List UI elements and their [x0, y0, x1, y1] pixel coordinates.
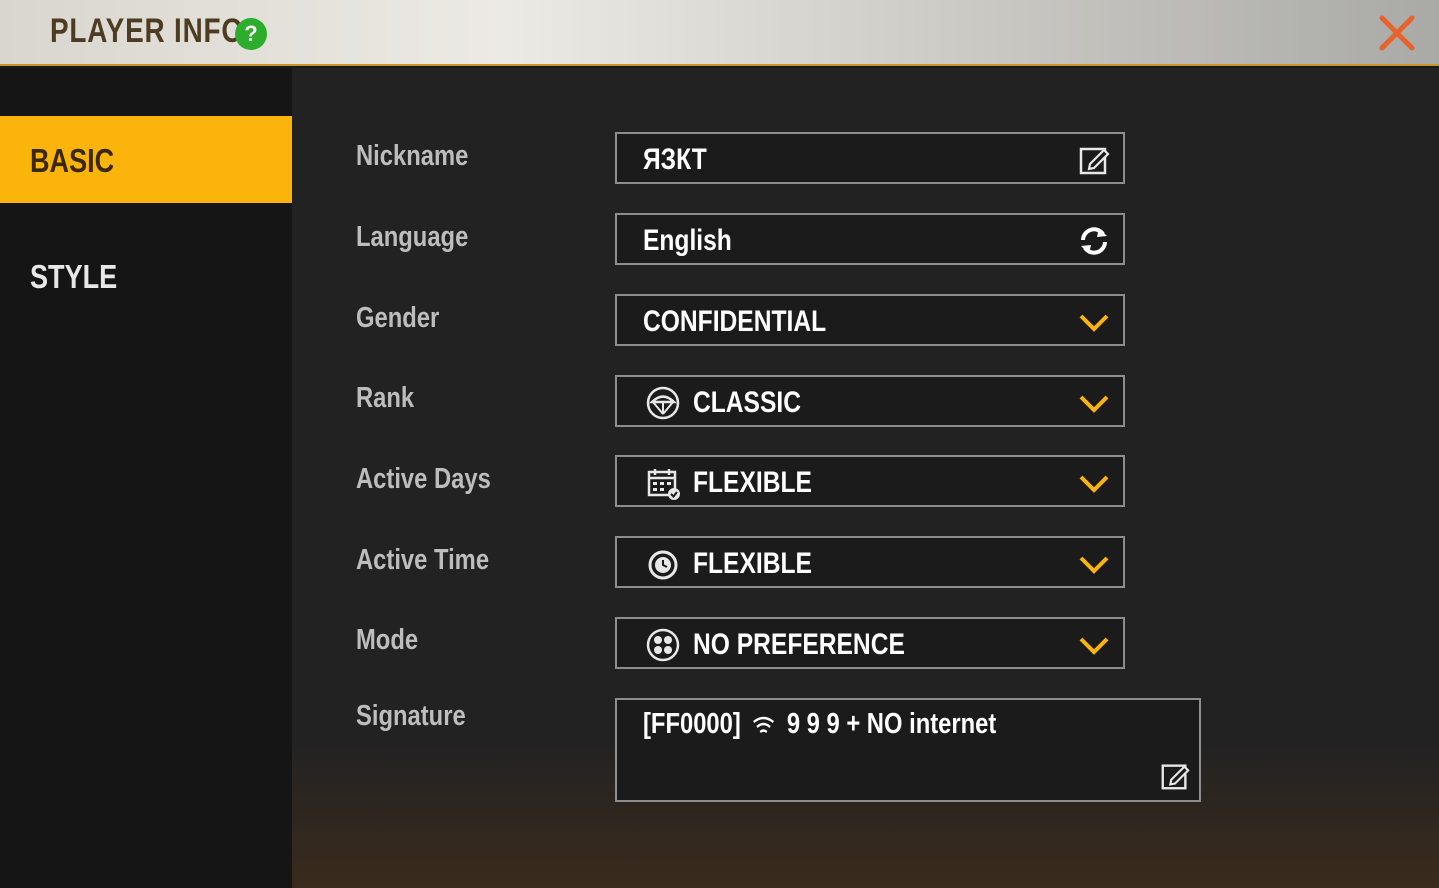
- active-days-dropdown[interactable]: FLEXIBLE: [615, 455, 1125, 507]
- chevron-down-icon: [1079, 314, 1109, 332]
- close-icon[interactable]: [1374, 10, 1420, 56]
- signature-value: [FF0000] 9 9 9 + NO internet: [643, 708, 996, 741]
- nickname-field[interactable]: ЯЗКТ: [615, 132, 1125, 184]
- page-title: PLAYER INFO: [50, 12, 244, 50]
- language-label: Language: [356, 221, 469, 253]
- chevron-down-icon: [1079, 637, 1109, 655]
- active-time-dropdown[interactable]: FLEXIBLE: [615, 536, 1125, 588]
- help-icon[interactable]: ?: [235, 18, 267, 50]
- active-days-value: FLEXIBLE: [693, 466, 812, 499]
- squad-icon: [646, 628, 680, 662]
- tab-basic[interactable]: BASIC: [0, 116, 292, 203]
- parachute-icon: [646, 386, 680, 420]
- signature-textarea[interactable]: [FF0000] 9 9 9 + NO internet: [615, 698, 1201, 802]
- mode-dropdown[interactable]: NO PREFERENCE: [615, 617, 1125, 669]
- chevron-down-icon: [1079, 475, 1109, 493]
- clock-icon: [648, 550, 678, 580]
- signature-text: 9 9 9 + NO internet: [786, 708, 997, 740]
- chevron-down-icon: [1079, 395, 1109, 413]
- tab-style-label: STYLE: [30, 258, 118, 295]
- active-time-value: FLEXIBLE: [693, 547, 812, 580]
- signature-color-code: [FF0000]: [643, 708, 741, 740]
- wifi-icon: [753, 717, 775, 734]
- language-value: English: [643, 224, 732, 257]
- nickname-label: Nickname: [356, 140, 469, 172]
- edit-icon[interactable]: [1159, 760, 1191, 792]
- active-days-label: Active Days: [356, 463, 491, 495]
- signature-label: Signature: [356, 700, 466, 732]
- refresh-icon[interactable]: [1077, 224, 1111, 258]
- chevron-down-icon: [1079, 556, 1109, 574]
- header-bar: PLAYER INFO ?: [0, 0, 1439, 66]
- nickname-value: ЯЗКТ: [643, 143, 707, 176]
- mode-label: Mode: [356, 624, 419, 656]
- edit-icon[interactable]: [1077, 143, 1111, 177]
- active-time-label: Active Time: [356, 544, 490, 576]
- language-field[interactable]: English: [615, 213, 1125, 265]
- gender-dropdown[interactable]: CONFIDENTIAL: [615, 294, 1125, 346]
- calendar-icon: [647, 469, 680, 500]
- gender-label: Gender: [356, 302, 440, 334]
- rank-label: Rank: [356, 382, 415, 414]
- rank-value: CLASSIC: [693, 386, 801, 419]
- gender-value: CONFIDENTIAL: [643, 305, 827, 338]
- mode-value: NO PREFERENCE: [693, 628, 905, 661]
- tab-basic-label: BASIC: [30, 142, 115, 179]
- rank-dropdown[interactable]: CLASSIC: [615, 375, 1125, 427]
- tab-style[interactable]: STYLE: [0, 232, 292, 319]
